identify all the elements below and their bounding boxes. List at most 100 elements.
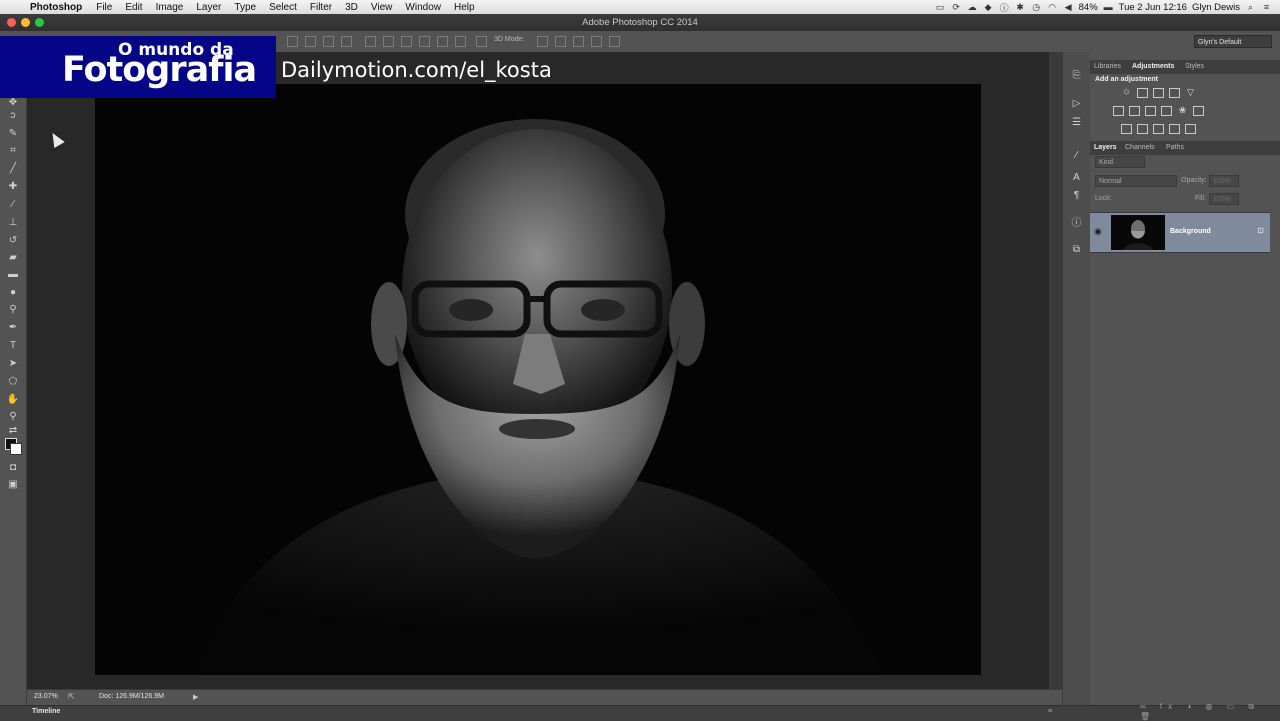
background-color-swatch[interactable] — [10, 443, 22, 455]
auto-align-icon[interactable] — [476, 36, 487, 47]
3d-rotate-icon[interactable] — [537, 36, 548, 47]
blur-tool-icon[interactable]: ● — [5, 286, 21, 299]
3d-scale-icon[interactable] — [609, 36, 620, 47]
crop-tool-icon[interactable]: ⌗ — [5, 144, 21, 157]
type-tool-icon[interactable]: T — [5, 339, 21, 352]
channel-mixer-icon[interactable]: ❀ — [1177, 106, 1188, 116]
align-bottom-icon[interactable] — [323, 36, 334, 47]
align-vcenter-icon[interactable] — [305, 36, 316, 47]
tab-adjustments[interactable]: Adjustments — [1132, 63, 1174, 70]
user-name[interactable]: Glyn Dewis — [1192, 2, 1240, 13]
tab-layers[interactable]: Layers — [1094, 144, 1117, 151]
fill-field[interactable]: 100% — [1209, 193, 1239, 205]
distribute-hcenter-icon[interactable] — [437, 36, 448, 47]
gradient-map-icon[interactable] — [1169, 124, 1180, 134]
cloud-icon[interactable]: ☁ — [967, 2, 978, 13]
levels-icon[interactable] — [1137, 88, 1148, 98]
blend-mode-select[interactable]: Normal — [1095, 175, 1177, 187]
3d-pan-icon[interactable] — [573, 36, 584, 47]
tab-channels[interactable]: Channels — [1125, 144, 1155, 151]
photo-filter-icon[interactable] — [1161, 106, 1172, 116]
brightness-contrast-icon[interactable]: ☼ — [1121, 87, 1132, 98]
menu-file[interactable]: File — [96, 2, 112, 13]
timeline-collapse-icon[interactable]: ≡ — [1048, 708, 1052, 715]
curves-icon[interactable] — [1153, 88, 1164, 98]
color-lookup-icon[interactable] — [1193, 106, 1204, 116]
actions-panel-icon[interactable]: ▷ — [1070, 97, 1083, 110]
align-left-icon[interactable] — [341, 36, 352, 47]
eraser-tool-icon[interactable]: ▰ — [5, 251, 21, 264]
hand-tool-icon[interactable]: ✋ — [5, 393, 21, 406]
eyedropper-tool-icon[interactable]: ╱ — [5, 162, 21, 175]
minimize-window-button[interactable] — [21, 18, 30, 27]
menu-help[interactable]: Help — [454, 2, 475, 13]
history-brush-tool-icon[interactable]: ↺ — [5, 234, 21, 247]
gradient-tool-icon[interactable]: ▬ — [5, 268, 21, 281]
invert-icon[interactable] — [1121, 124, 1132, 134]
vibrance-icon[interactable]: ▽ — [1185, 88, 1196, 98]
layer-comps-panel-icon[interactable]: ⧉ — [1070, 243, 1083, 256]
info-panel-icon[interactable]: ⓘ — [1070, 217, 1083, 230]
bluetooth-icon[interactable]: ✱ — [1015, 2, 1026, 13]
healing-brush-tool-icon[interactable]: ✚ — [5, 180, 21, 193]
document-canvas[interactable] — [95, 84, 981, 675]
menu-edit[interactable]: Edit — [125, 2, 142, 13]
distribute-top-icon[interactable] — [365, 36, 376, 47]
distribute-left-icon[interactable] — [419, 36, 430, 47]
layer-name[interactable]: Background — [1170, 228, 1211, 235]
battery-percent[interactable]: 84% — [1079, 2, 1098, 13]
history-panel-icon[interactable]: ⎘ — [1070, 69, 1083, 82]
export-icon[interactable]: ⇱ — [68, 692, 75, 701]
properties-panel-icon[interactable]: ☰ — [1070, 116, 1083, 129]
layer-thumbnail[interactable] — [1111, 215, 1165, 250]
menu-image[interactable]: Image — [156, 2, 184, 13]
dropbox-icon[interactable]: ◆ — [983, 2, 994, 13]
quick-select-tool-icon[interactable]: ✎ — [5, 127, 21, 140]
default-colors-icon[interactable]: ⇄ — [5, 424, 21, 437]
3d-roll-icon[interactable] — [555, 36, 566, 47]
screen-icon[interactable]: ▭ — [935, 2, 946, 13]
menu-layer[interactable]: Layer — [196, 2, 221, 13]
layer-filter-kind[interactable]: Kind — [1095, 156, 1145, 168]
sync-icon[interactable]: ⟳ — [951, 2, 962, 13]
spotlight-icon[interactable]: ⌕ — [1245, 2, 1256, 13]
volume-icon[interactable]: ◀ — [1063, 2, 1074, 13]
lasso-tool-icon[interactable]: ↄ — [5, 109, 21, 122]
layer-row-background[interactable]: ◉ Background ⊡ — [1090, 212, 1270, 253]
menu-filter[interactable]: Filter — [310, 2, 332, 13]
brush-panel-icon[interactable]: ∕ — [1070, 149, 1083, 162]
exposure-icon[interactable] — [1169, 88, 1180, 98]
menu-select[interactable]: Select — [269, 2, 297, 13]
black-white-icon[interactable] — [1145, 106, 1156, 116]
clone-stamp-tool-icon[interactable]: ⊥ — [5, 216, 21, 229]
menu-view[interactable]: View — [371, 2, 393, 13]
hue-saturation-icon[interactable] — [1113, 106, 1124, 116]
vertical-scrollbar[interactable] — [1049, 52, 1062, 689]
notification-center-icon[interactable]: ≡ — [1261, 2, 1272, 12]
status-menu-arrow-icon[interactable]: ▶ — [193, 693, 198, 701]
workspace-switcher[interactable]: Glyn's Default — [1194, 35, 1272, 48]
selective-color-icon[interactable] — [1185, 124, 1196, 134]
posterize-icon[interactable] — [1137, 124, 1148, 134]
menu-type[interactable]: Type — [234, 2, 256, 13]
character-panel-icon[interactable]: A — [1070, 171, 1083, 184]
opacity-field[interactable]: 100% — [1209, 175, 1239, 187]
menu-3d[interactable]: 3D — [345, 2, 358, 13]
zoom-window-button[interactable] — [35, 18, 44, 27]
paragraph-panel-icon[interactable]: ¶ — [1070, 189, 1083, 202]
tab-styles[interactable]: Styles — [1185, 63, 1204, 70]
close-window-button[interactable] — [7, 18, 16, 27]
zoom-tool-icon[interactable]: ⚲ — [5, 410, 21, 423]
dodge-tool-icon[interactable]: ⚲ — [5, 303, 21, 316]
zoom-level[interactable]: 23.07% — [34, 693, 58, 700]
wifi-icon[interactable]: ◠ — [1047, 2, 1058, 13]
brush-tool-icon[interactable]: ∕ — [5, 198, 21, 211]
clock[interactable]: Tue 2 Jun 12:16 — [1119, 2, 1187, 13]
distribute-vcenter-icon[interactable] — [383, 36, 394, 47]
align-top-icon[interactable] — [287, 36, 298, 47]
info-icon[interactable]: ⓘ — [999, 1, 1010, 14]
tab-paths[interactable]: Paths — [1166, 144, 1184, 151]
pen-tool-icon[interactable]: ✒ — [5, 321, 21, 334]
app-menu[interactable]: Photoshop — [30, 2, 82, 13]
layer-lock-icon[interactable]: ⊡ — [1257, 226, 1264, 235]
